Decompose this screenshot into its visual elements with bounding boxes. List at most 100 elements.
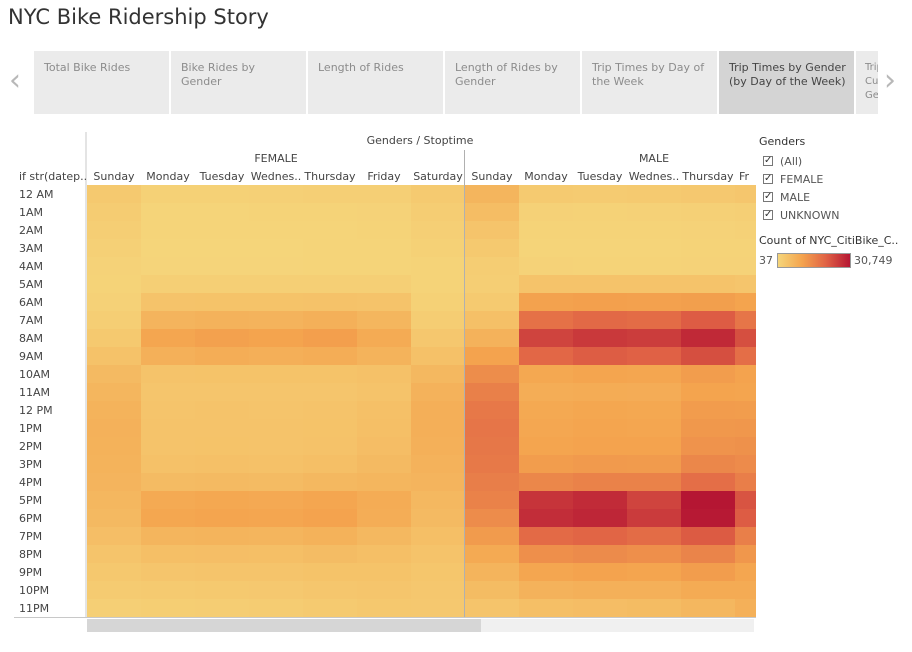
- filter-item-female[interactable]: ✓ FEMALE: [759, 170, 909, 188]
- tab-trip-times-by-day[interactable]: Trip Times by Day of the Week: [582, 51, 717, 114]
- tab-bike-rides-by-gender[interactable]: Bike Rides by Gender: [171, 51, 306, 114]
- color-gradient-bar: [777, 253, 851, 268]
- heatmap-cell: [87, 383, 141, 401]
- story-tabs: Total Bike Rides Bike Rides by Gender Le…: [34, 51, 878, 114]
- heatmap-cell: [357, 527, 411, 545]
- heatmap-cell: [681, 455, 735, 473]
- heatmap-cell: [681, 257, 735, 275]
- hour-row-label: 2AM: [19, 224, 43, 237]
- day-column-label: Tuesday: [199, 170, 245, 183]
- checkbox-icon[interactable]: ✓: [763, 192, 773, 202]
- heatmap-cell: [141, 599, 195, 617]
- heatmap-cell: [519, 185, 573, 203]
- heatmap-cell: [735, 437, 756, 455]
- heatmap-cell: [519, 509, 573, 527]
- heatmap-cell: [681, 545, 735, 563]
- heatmap-cell: [249, 221, 303, 239]
- heatmap-cell: [519, 455, 573, 473]
- heatmap-cell: [735, 599, 756, 617]
- heatmap-cell: [627, 527, 681, 545]
- heatmap-cell: [573, 329, 627, 347]
- page-title: NYC Bike Ridership Story: [8, 5, 269, 29]
- row-header-label: if str(datep..: [19, 170, 87, 183]
- heatmap-cell: [519, 527, 573, 545]
- heatmap-cell: [141, 275, 195, 293]
- heatmap-cell: [465, 329, 519, 347]
- tab-trip-times-by-gender[interactable]: Trip Times by Gender (by Day of the Week…: [719, 51, 854, 114]
- heatmap-cell: [627, 599, 681, 617]
- heatmap-cell: [195, 473, 249, 491]
- heatmap-cell: [735, 527, 756, 545]
- heatmap-cell: [357, 239, 411, 257]
- heatmap-cell: [681, 221, 735, 239]
- gender-group-label: MALE: [639, 152, 669, 165]
- tab-length-of-rides[interactable]: Length of Rides: [308, 51, 443, 114]
- heatmap-cell: [411, 365, 465, 383]
- heatmap-cell: [411, 599, 465, 617]
- next-arrow-icon[interactable]: ›: [884, 66, 896, 96]
- previous-arrow-icon[interactable]: ‹: [9, 66, 21, 96]
- heatmap-cell: [681, 527, 735, 545]
- heatmap-cell: [735, 185, 756, 203]
- heatmap-cell: [357, 257, 411, 275]
- checkbox-icon[interactable]: ✓: [763, 210, 773, 220]
- hour-row-label: 7AM: [19, 314, 43, 327]
- heatmap-cell: [141, 329, 195, 347]
- heatmap-cell: [87, 473, 141, 491]
- heatmap-cell: [681, 329, 735, 347]
- heatmap-cell: [87, 599, 141, 617]
- heatmap-cell: [195, 527, 249, 545]
- heatmap-cell: [573, 293, 627, 311]
- heatmap-cell: [465, 293, 519, 311]
- heatmap-cell: [681, 203, 735, 221]
- tab-total-bike-rides[interactable]: Total Bike Rides: [34, 51, 169, 114]
- hour-row-label: 9AM: [19, 350, 43, 363]
- heatmap-cell: [465, 347, 519, 365]
- heatmap-cell: [681, 185, 735, 203]
- heatmap-cell: [465, 365, 519, 383]
- heatmap-cell: [411, 401, 465, 419]
- tab-length-of-rides-by-gender[interactable]: Length of Rides by Gender: [445, 51, 580, 114]
- heatmap-cell: [249, 491, 303, 509]
- hour-row-label: 11AM: [19, 386, 50, 399]
- heatmap-cell: [249, 311, 303, 329]
- heatmap-cell: [411, 329, 465, 347]
- heatmap-cell: [357, 203, 411, 221]
- checkbox-icon[interactable]: ✓: [763, 156, 773, 166]
- heatmap-cell: [141, 419, 195, 437]
- hour-row-label: 3PM: [19, 458, 42, 471]
- gender-group-label: FEMALE: [254, 152, 297, 165]
- tab-trip-customer-gender[interactable]: Trip Cus Gen: [856, 51, 878, 114]
- heatmap-cell: [411, 527, 465, 545]
- heatmap-cell: [681, 473, 735, 491]
- heatmap-cell: [735, 383, 756, 401]
- filter-item-male[interactable]: ✓ MALE: [759, 188, 909, 206]
- heatmap-cell: [681, 509, 735, 527]
- heatmap-cell: [735, 311, 756, 329]
- heatmap-cell: [249, 545, 303, 563]
- filter-item-all[interactable]: ✓ (All): [759, 152, 909, 170]
- scrollbar-thumb[interactable]: [87, 619, 481, 632]
- hour-row-label: 3AM: [19, 242, 43, 255]
- heatmap-cell: [411, 185, 465, 203]
- heatmap-cell: [573, 221, 627, 239]
- heatmap-cell: [357, 581, 411, 599]
- color-legend-title: Count of NYC_CitiBike_C...: [759, 234, 899, 247]
- heatmap-cell: [465, 401, 519, 419]
- heatmap-cell: [195, 509, 249, 527]
- heatmap-cell: [195, 221, 249, 239]
- filter-item-unknown[interactable]: ✓ UNKNOWN: [759, 206, 909, 224]
- heatmap-cell: [519, 347, 573, 365]
- heatmap-cell: [87, 545, 141, 563]
- heatmap-cell: [303, 419, 357, 437]
- checkbox-icon[interactable]: ✓: [763, 174, 773, 184]
- hour-row-label: 4PM: [19, 476, 42, 489]
- heatmap-cell: [573, 437, 627, 455]
- heatmap-cell: [87, 509, 141, 527]
- heatmap-cell: [249, 563, 303, 581]
- legend-panel: Genders ✓ (All) ✓ FEMALE ✓ MALE ✓ UNKNOW…: [759, 135, 909, 268]
- heatmap-cell: [87, 311, 141, 329]
- heatmap-cell: [519, 401, 573, 419]
- heatmap-cell: [303, 203, 357, 221]
- heatmap-cell: [735, 239, 756, 257]
